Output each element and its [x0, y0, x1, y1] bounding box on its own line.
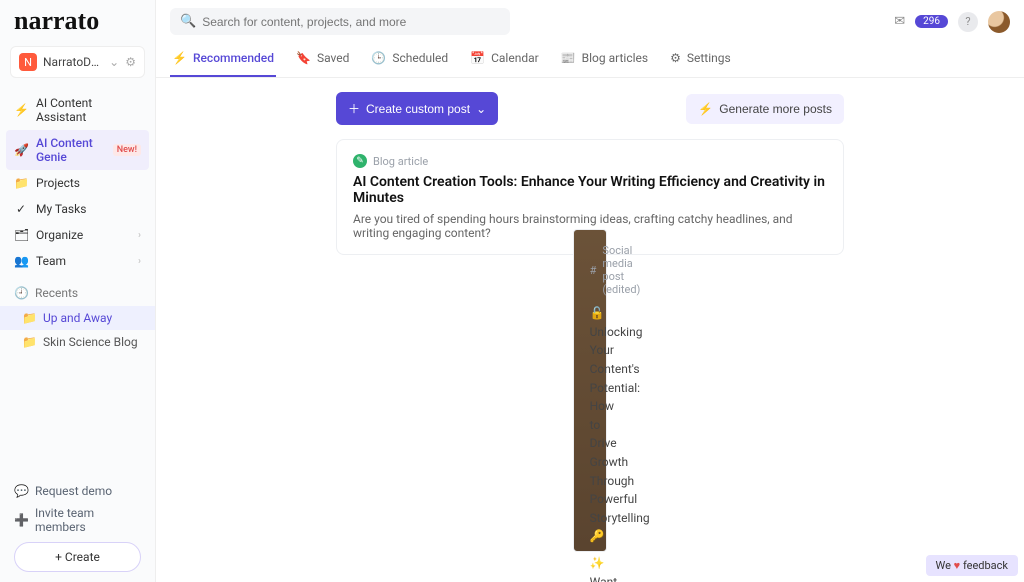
recent-skin-science-blog[interactable]: 📁 Skin Science Blog: [0, 330, 155, 354]
organize-icon: 🗂: [14, 228, 28, 242]
tab-label: Settings: [687, 51, 731, 65]
search-box[interactable]: 🔍: [170, 8, 510, 35]
gear-icon[interactable]: ⚙: [125, 55, 136, 69]
nav-team[interactable]: 👥 Team ›: [0, 248, 155, 274]
recents-header: 🕘 Recents: [0, 280, 155, 306]
request-demo-link[interactable]: 💬 Request demo: [14, 484, 141, 498]
nav-my-tasks[interactable]: ✓ My Tasks: [0, 196, 155, 222]
calendar-icon: 📅: [470, 51, 485, 65]
tab-recommended[interactable]: ⚡ Recommended: [170, 43, 276, 77]
rocket-icon: 🚀: [14, 143, 28, 157]
nav-label: Team: [36, 254, 66, 268]
avatar[interactable]: [988, 11, 1010, 33]
gear-icon: ⚙: [670, 51, 681, 65]
feedback-widget[interactable]: We ♥ feedback: [926, 555, 1019, 576]
bolt-icon: ⚡: [698, 102, 713, 116]
tab-blog-articles[interactable]: 📰 Blog articles: [559, 43, 650, 77]
tab-label: Blog articles: [582, 51, 648, 65]
notification-count[interactable]: 296: [915, 15, 948, 28]
tab-label: Scheduled: [392, 51, 448, 65]
nav-projects[interactable]: 📁 Projects: [0, 170, 155, 196]
feedback-prefix: We: [936, 559, 951, 572]
chevron-down-icon[interactable]: ⌄: [109, 55, 119, 69]
create-custom-post-button[interactable]: ＋ Create custom post ⌄: [336, 92, 498, 125]
post-type-label: Social media post (edited): [602, 244, 640, 296]
hash-icon: #: [590, 264, 597, 277]
folder-icon: 📁: [22, 311, 37, 325]
generate-more-posts-button[interactable]: ⚡ Generate more posts: [686, 94, 844, 124]
help-icon[interactable]: ?: [958, 12, 978, 32]
tab-saved[interactable]: 🔖 Saved: [294, 43, 351, 77]
new-badge: New!: [113, 144, 141, 156]
sidebar: narrato N NarratoDe... ⌄ ⚙ ⚡ AI Content …: [0, 0, 156, 582]
link-label: Invite team members: [35, 506, 141, 534]
clock-icon: 🕘: [14, 286, 29, 300]
folder-icon: 📁: [14, 176, 28, 190]
content-area: ＋ Create custom post ⌄ ⚡ Generate more p…: [156, 78, 1024, 582]
org-switcher[interactable]: N NarratoDe... ⌄ ⚙: [10, 46, 145, 78]
nav-label: AI Content Assistant: [36, 96, 141, 124]
link-label: Request demo: [35, 484, 112, 498]
org-badge: N: [19, 53, 37, 71]
nav-ai-content-genie[interactable]: 🚀 AI Content Genie New!: [6, 130, 149, 170]
recent-up-and-away[interactable]: 📁 Up and Away: [0, 306, 155, 330]
nav-organize[interactable]: 🗂 Organize ›: [0, 222, 155, 248]
nav-label: AI Content Genie: [36, 136, 103, 164]
bookmark-icon: 🔖: [296, 51, 311, 65]
check-icon: ✓: [14, 202, 28, 216]
invite-icon: ➕: [14, 513, 29, 527]
org-name: NarratoDe...: [43, 55, 103, 69]
recents-title: Recents: [35, 286, 78, 300]
chevron-right-icon: ›: [138, 230, 141, 241]
mail-icon[interactable]: ✉: [894, 14, 905, 29]
blog-type-label: Blog article: [373, 155, 428, 168]
bolt-icon: ⚡: [14, 103, 28, 117]
chevron-right-icon: ›: [138, 256, 141, 267]
invite-team-link[interactable]: ➕ Invite team members: [14, 506, 141, 534]
tab-label: Recommended: [193, 51, 274, 65]
bolt-icon: ⚡: [172, 51, 187, 65]
tab-label: Calendar: [491, 51, 539, 65]
recent-label: Up and Away: [43, 311, 112, 325]
create-button[interactable]: + Create: [14, 542, 141, 572]
social-post-card: # Social media post (edited) 🔓 Unlocking…: [573, 229, 607, 552]
chevron-down-icon: ⌄: [476, 102, 486, 116]
nav-ai-content-assistant[interactable]: ⚡ AI Content Assistant: [0, 90, 155, 130]
button-label: Generate more posts: [719, 102, 832, 116]
recent-label: Skin Science Blog: [43, 335, 138, 349]
tab-settings[interactable]: ⚙ Settings: [668, 43, 733, 77]
feedback-suffix: feedback: [963, 559, 1008, 572]
brand-logo: narrato: [0, 0, 155, 40]
nav-label: Organize: [36, 228, 83, 242]
folder-icon: 📁: [22, 335, 37, 349]
search-icon: 🔍: [180, 14, 196, 29]
clock-icon: 🕒: [371, 51, 386, 65]
tabs: ⚡ Recommended 🔖 Saved 🕒 Scheduled 📅 Cale…: [156, 43, 1024, 78]
tab-scheduled[interactable]: 🕒 Scheduled: [369, 43, 450, 77]
chat-icon: 💬: [14, 484, 29, 498]
topbar: 🔍 ✉ 296 ?: [156, 0, 1024, 43]
blog-title: AI Content Creation Tools: Enhance Your …: [353, 174, 827, 206]
article-icon: ✎: [353, 154, 367, 168]
nav-label: Projects: [36, 176, 80, 190]
button-label: Create custom post: [366, 102, 470, 116]
article-icon: 📰: [561, 51, 576, 65]
plus-icon: ＋: [348, 100, 360, 117]
tab-calendar[interactable]: 📅 Calendar: [468, 43, 541, 77]
nav-label: My Tasks: [36, 202, 86, 216]
team-icon: 👥: [14, 254, 28, 268]
search-input[interactable]: [202, 15, 500, 29]
tab-label: Saved: [317, 51, 349, 65]
heart-icon: ♥: [954, 559, 963, 572]
